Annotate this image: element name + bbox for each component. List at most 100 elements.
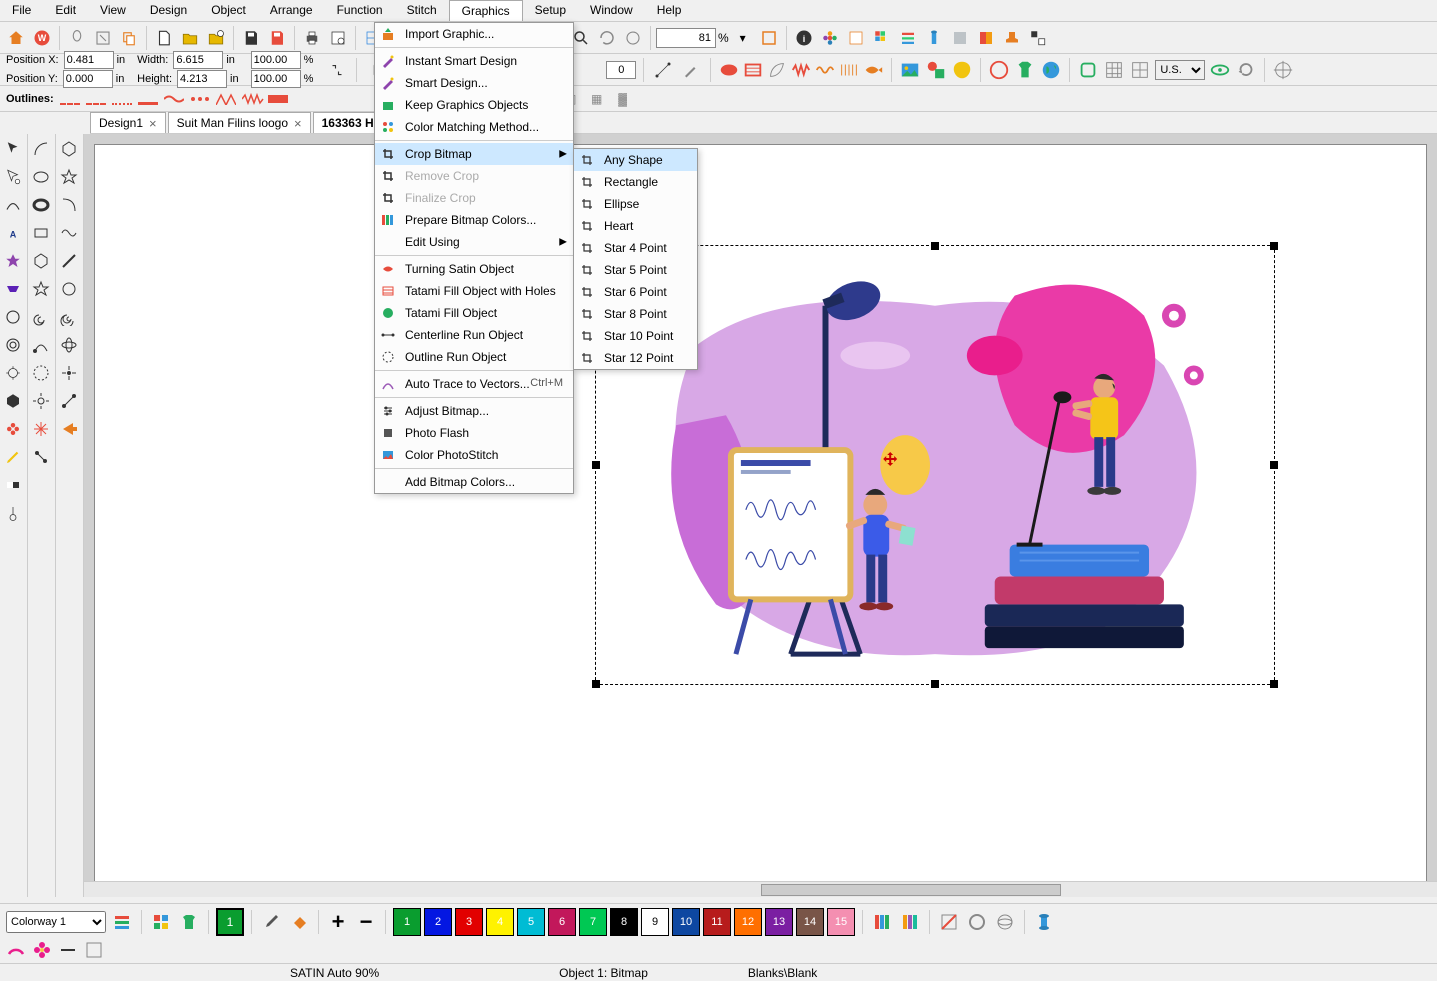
outline-style-1[interactable] bbox=[60, 93, 80, 105]
menu-item-turning-satin-object[interactable]: Turning Satin Object bbox=[375, 258, 573, 280]
pct-width-input[interactable] bbox=[251, 51, 301, 69]
menu-help[interactable]: Help bbox=[645, 0, 694, 21]
color-swatch-14[interactable]: 14 bbox=[796, 908, 824, 936]
colorway-select[interactable]: Colorway 1 bbox=[6, 911, 106, 933]
color-swatch-4[interactable]: 4 bbox=[486, 908, 514, 936]
zoom-fit-icon[interactable] bbox=[757, 26, 781, 50]
resize-handle-w[interactable] bbox=[592, 461, 600, 469]
shape-circle-icon[interactable] bbox=[56, 276, 82, 302]
menu-item-outline-run-object[interactable]: Outline Run Object bbox=[375, 346, 573, 368]
outline-style-3[interactable] bbox=[112, 93, 132, 105]
shape-curve-icon[interactable] bbox=[56, 192, 82, 218]
auto-icon[interactable] bbox=[621, 26, 645, 50]
globe-icon[interactable] bbox=[1040, 59, 1062, 81]
thread-icon[interactable] bbox=[922, 26, 946, 50]
threads-icon-2[interactable] bbox=[898, 910, 922, 934]
circle-outline-icon[interactable] bbox=[988, 59, 1010, 81]
menu-setup[interactable]: Setup bbox=[523, 0, 578, 21]
shape-radial-icon[interactable] bbox=[56, 360, 82, 386]
color-swatch-13[interactable]: 13 bbox=[765, 908, 793, 936]
resize-handle-se[interactable] bbox=[1270, 680, 1278, 688]
eyedropper-icon[interactable] bbox=[259, 910, 283, 934]
monogram-tool-icon[interactable] bbox=[0, 248, 26, 274]
hex-tool-icon[interactable] bbox=[0, 388, 26, 414]
color-swatch-6[interactable]: 6 bbox=[548, 908, 576, 936]
target-icon[interactable] bbox=[1272, 59, 1294, 81]
dots-circle-icon[interactable] bbox=[28, 360, 54, 386]
lock-aspect-icon[interactable] bbox=[325, 58, 349, 82]
rotate-angle-input[interactable] bbox=[606, 61, 636, 79]
home-icon[interactable] bbox=[4, 26, 28, 50]
menu-function[interactable]: Function bbox=[325, 0, 395, 21]
color-swatch-7[interactable]: 7 bbox=[579, 908, 607, 936]
menu-item-add-bitmap-colors[interactable]: Add Bitmap Colors... bbox=[375, 471, 573, 493]
blob-icon[interactable] bbox=[951, 59, 973, 81]
connect-icon[interactable] bbox=[28, 444, 54, 470]
shape-star-icon[interactable] bbox=[56, 164, 82, 190]
no-fill-icon[interactable] bbox=[937, 910, 961, 934]
color-swatch-15[interactable]: 15 bbox=[827, 908, 855, 936]
bars-icon[interactable] bbox=[896, 26, 920, 50]
shape-wave-icon[interactable] bbox=[56, 220, 82, 246]
crop-any-shape[interactable]: Any Shape bbox=[574, 149, 697, 171]
hoop-rect-icon[interactable] bbox=[1077, 59, 1099, 81]
color-swatch-10[interactable]: 10 bbox=[672, 908, 700, 936]
crop-ellipse[interactable]: Ellipse bbox=[574, 193, 697, 215]
circle-icon[interactable] bbox=[965, 910, 989, 934]
menu-item-color-photostitch[interactable]: Color PhotoStitch bbox=[375, 444, 573, 466]
measure-tool-icon[interactable] bbox=[0, 500, 26, 526]
horizontal-scrollbar[interactable] bbox=[84, 881, 1437, 897]
hoop-select[interactable]: U.S. bbox=[1155, 60, 1205, 80]
outline-style-5[interactable] bbox=[164, 93, 184, 105]
color-swatch-5[interactable]: 5 bbox=[517, 908, 545, 936]
menu-item-import-graphic[interactable]: Import Graphic... bbox=[375, 23, 573, 45]
wave-shape-icon[interactable] bbox=[0, 276, 26, 302]
color-swatch-11[interactable]: 11 bbox=[703, 908, 731, 936]
leaf-icon[interactable] bbox=[766, 59, 788, 81]
node-edit-icon[interactable] bbox=[651, 58, 675, 82]
menu-item-tatami-fill-object[interactable]: Tatami Fill Object bbox=[375, 302, 573, 324]
image-icon[interactable] bbox=[899, 59, 921, 81]
sun-icon[interactable] bbox=[28, 388, 54, 414]
fish-icon[interactable] bbox=[862, 59, 884, 81]
menu-item-instant-smart-design[interactable]: Instant Smart Design bbox=[375, 50, 573, 72]
gradient-tool-icon[interactable] bbox=[0, 472, 26, 498]
refresh-icon[interactable] bbox=[595, 26, 619, 50]
menu-item-photo-flash[interactable]: Photo Flash bbox=[375, 422, 573, 444]
resize-handle-e[interactable] bbox=[1270, 461, 1278, 469]
curve-tool-icon[interactable] bbox=[0, 192, 26, 218]
menu-item-crop-bitmap[interactable]: Crop Bitmap▶ bbox=[375, 143, 573, 165]
menu-item-tatami-fill-object-with-holes[interactable]: Tatami Fill Object with Holes bbox=[375, 280, 573, 302]
menu-stitch[interactable]: Stitch bbox=[395, 0, 449, 21]
shape-arrow-icon[interactable] bbox=[56, 416, 82, 442]
polygon-tool-icon[interactable] bbox=[28, 248, 54, 274]
ellipse-tool-icon[interactable] bbox=[28, 164, 54, 190]
zoom-dropdown-icon[interactable]: ▾ bbox=[731, 26, 755, 50]
add-color-icon[interactable]: + bbox=[326, 910, 350, 934]
node-tool-icon[interactable] bbox=[0, 164, 26, 190]
bucket-icon[interactable] bbox=[287, 910, 311, 934]
flower-icon[interactable] bbox=[818, 26, 842, 50]
crop-star-8-point[interactable]: Star 8 Point bbox=[574, 303, 697, 325]
canvas-area[interactable] bbox=[84, 134, 1437, 897]
palette-grid-icon[interactable] bbox=[870, 26, 894, 50]
comb-icon[interactable] bbox=[838, 59, 860, 81]
shape-spiral-icon[interactable] bbox=[56, 304, 82, 330]
wilcom-icon[interactable]: W bbox=[30, 26, 54, 50]
posy-input[interactable] bbox=[63, 70, 113, 88]
resize-handle-n[interactable] bbox=[931, 242, 939, 250]
document-tab[interactable]: Design1× bbox=[90, 112, 166, 133]
menu-window[interactable]: Window bbox=[578, 0, 645, 21]
crop-star-4-point[interactable]: Star 4 Point bbox=[574, 237, 697, 259]
crop-star-6-point[interactable]: Star 6 Point bbox=[574, 281, 697, 303]
menu-item-smart-design[interactable]: Smart Design... bbox=[375, 72, 573, 94]
crop-rectangle[interactable]: Rectangle bbox=[574, 171, 697, 193]
menu-item-keep-graphics-objects[interactable]: Keep Graphics Objects bbox=[375, 94, 573, 116]
satin-fill-icon[interactable] bbox=[718, 59, 740, 81]
pattern-icon[interactable]: ▓ bbox=[612, 88, 634, 110]
menu-item-adjust-bitmap[interactable]: Adjust Bitmap... bbox=[375, 400, 573, 422]
preview-icon[interactable] bbox=[326, 26, 350, 50]
crop-star-10-point[interactable]: Star 10 Point bbox=[574, 325, 697, 347]
remove-color-icon[interactable]: − bbox=[354, 910, 378, 934]
switch-icon[interactable] bbox=[1026, 26, 1050, 50]
